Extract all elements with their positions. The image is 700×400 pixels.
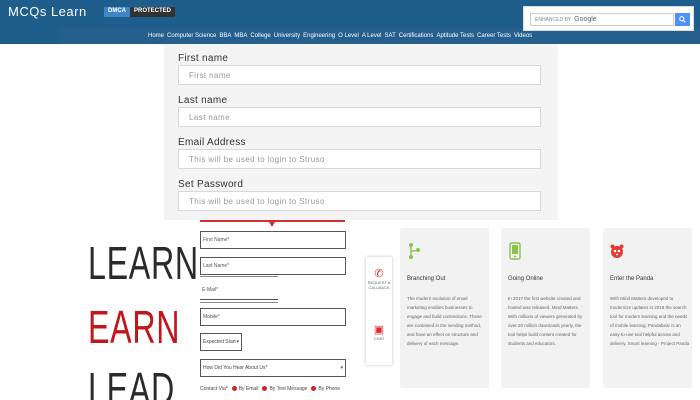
site-header: MCQs Learn DMCA PROTECTED ENHANCED BY Go… xyxy=(0,0,700,44)
divider-arrow-icon xyxy=(269,222,275,227)
nav-item-home[interactable]: Home xyxy=(148,33,164,39)
nav-item-mba[interactable]: MBA xyxy=(234,33,247,39)
dmca-label: DMCA xyxy=(104,7,130,17)
callback-label: REQUEST A CALLBACK xyxy=(367,280,391,290)
branch-icon xyxy=(409,243,420,259)
nav-item-computer-science[interactable]: Computer Science xyxy=(167,33,216,39)
main-nav: Home Computer Science BBA MBA College Univers… xyxy=(148,33,532,39)
first-name-field[interactable]: First name xyxy=(178,65,541,85)
nav-item-bba[interactable]: BBA xyxy=(219,33,231,39)
phone-icon: ✆ xyxy=(374,268,384,280)
chevron-down-icon: ▾ xyxy=(340,365,343,371)
nav-item-o-level[interactable]: O Level xyxy=(338,33,359,39)
card-going-online[interactable]: Going Online In 2017 the first website c… xyxy=(501,228,590,388)
last-name-label: Last name xyxy=(178,95,228,106)
card-text: The modern evolution of email marketing … xyxy=(407,296,482,346)
dmca-badge[interactable]: DMCA PROTECTED xyxy=(104,7,176,17)
nav-item-university[interactable]: University xyxy=(274,33,300,39)
mobile-icon xyxy=(509,242,521,260)
radio-email[interactable]: By Email xyxy=(231,386,258,392)
card-text: With Mind Matters developed to modernize… xyxy=(610,296,690,346)
nav-item-college[interactable]: College xyxy=(250,33,270,39)
card-title: Enter the Panda xyxy=(610,276,654,282)
nav-item-career-tests[interactable]: Career Tests xyxy=(477,33,511,39)
slogan-lead: LEAD xyxy=(88,363,175,400)
contact-via-label: Contact Via* xyxy=(200,386,228,392)
start-select-value: Expected Start xyxy=(203,339,236,345)
nav-item-certifications[interactable]: Certifications xyxy=(399,33,434,39)
search-button[interactable] xyxy=(675,13,690,26)
nav-item-videos[interactable]: Videos xyxy=(514,33,532,39)
nav-item-a-level[interactable]: A Level xyxy=(362,33,382,39)
email-label: Email Address xyxy=(178,137,246,148)
search-input[interactable]: ENHANCED BY Google xyxy=(530,13,674,26)
contact-mobile-field[interactable]: Mobile* xyxy=(200,308,346,326)
chat-button[interactable]: ▣ CHAT xyxy=(366,323,392,341)
contact-email-field[interactable]: E-Mail* xyxy=(200,282,278,300)
search-icon xyxy=(679,16,686,23)
card-branching-out[interactable]: Branching Out The modern evolution of em… xyxy=(400,228,489,388)
chevron-down-icon: ▾ xyxy=(236,339,239,345)
slogan-earn: EARN xyxy=(88,301,181,353)
nav-item-engineering[interactable]: Engineering xyxy=(303,33,335,39)
google-label: Google xyxy=(574,16,597,23)
nav-item-sat[interactable]: SAT xyxy=(385,33,396,39)
card-title: Branching Out xyxy=(407,276,446,282)
password-label: Set Password xyxy=(178,179,244,190)
protected-label: PROTECTED xyxy=(130,7,176,17)
card-title: Going Online xyxy=(508,276,544,282)
email-field[interactable]: This will be used to login to Struso xyxy=(178,149,541,169)
radio-text[interactable]: By Text Message xyxy=(262,386,307,392)
password-field[interactable]: This will be used to login to Struso xyxy=(178,191,541,211)
contact-first-name-field[interactable]: First Name* xyxy=(200,231,346,249)
contact-last-name-field[interactable]: Last Name* xyxy=(200,257,346,275)
radio-phone[interactable]: By Phone xyxy=(311,386,340,392)
side-contact-widget: ✆ REQUEST A CALLBACK ▣ CHAT xyxy=(366,257,392,365)
card-enter-the-panda[interactable]: Enter the Panda With Mind Matters develo… xyxy=(603,228,692,388)
start-select[interactable]: Expected Start ▾ xyxy=(200,333,242,351)
slogan-learn: LEARN xyxy=(88,237,199,289)
enhanced-by-label: ENHANCED BY xyxy=(535,16,572,23)
chat-label: CHAT xyxy=(373,336,385,341)
field-divider xyxy=(200,276,278,277)
mobile-chat-icon: ▣ xyxy=(373,324,385,336)
google-search-box: ENHANCED BY Google xyxy=(523,6,694,31)
last-name-field[interactable]: Last name xyxy=(178,107,541,127)
how-heard-value: How Did You Hear About Us* xyxy=(203,365,268,371)
contact-via-row: Contact Via* By Email By Text Message By… xyxy=(200,386,340,392)
panda-icon xyxy=(610,244,624,258)
site-logo[interactable]: MCQs Learn xyxy=(8,4,87,19)
field-divider xyxy=(200,302,278,303)
nav-item-aptitude-tests[interactable]: Aptitude Tests xyxy=(436,33,474,39)
card-text: In 2017 the first website created and ho… xyxy=(508,296,583,346)
callback-button[interactable]: ✆ REQUEST A CALLBACK xyxy=(366,267,392,290)
first-name-label: First name xyxy=(178,53,229,64)
how-heard-select[interactable]: How Did You Hear About Us* ▾ xyxy=(200,359,346,377)
